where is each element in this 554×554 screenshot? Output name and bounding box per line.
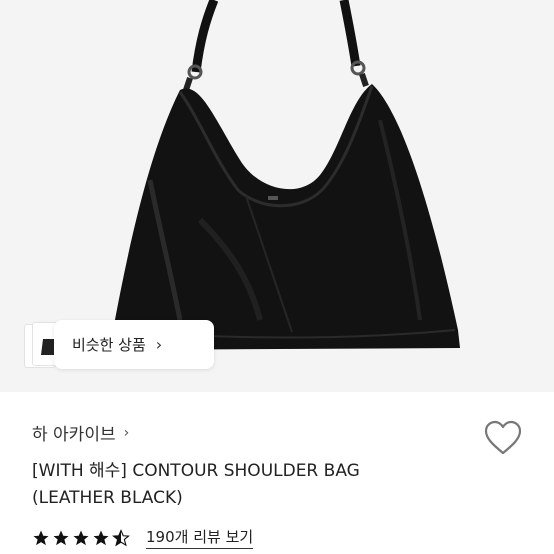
heart-icon[interactable]: [484, 420, 522, 456]
star-icon: [33, 530, 49, 545]
product-title-line2: (LEATHER BLACK): [32, 488, 183, 508]
product-info: 하 아카이브 › [WITH 해수] CONTOUR SHOULDER BAG …: [0, 392, 554, 554]
similar-products-button[interactable]: 비슷한 상품 ›: [54, 320, 214, 369]
rating-stars: [32, 528, 132, 547]
product-title: [WITH 해수] CONTOUR SHOULDER BAG (LEATHER …: [32, 458, 452, 512]
chevron-right-icon: ›: [123, 424, 130, 441]
shop-name: 하 아카이브: [32, 425, 116, 445]
chevron-right-icon: ›: [155, 335, 163, 354]
rating-row: 190개 리뷰 보기: [32, 526, 254, 549]
product-title-line1: [WITH 해수] CONTOUR SHOULDER BAG: [32, 461, 360, 481]
star-icon: [73, 530, 89, 545]
star-icon: [53, 530, 69, 545]
reviews-link[interactable]: 190개 리뷰 보기: [146, 526, 254, 549]
star-half-icon: [112, 528, 130, 546]
similar-products-label: 비슷한 상품: [72, 336, 146, 354]
product-image[interactable]: 비슷한 상품 ›: [0, 0, 554, 392]
star-icon: [93, 530, 109, 545]
shop-link[interactable]: 하 아카이브 ›: [32, 420, 130, 446]
